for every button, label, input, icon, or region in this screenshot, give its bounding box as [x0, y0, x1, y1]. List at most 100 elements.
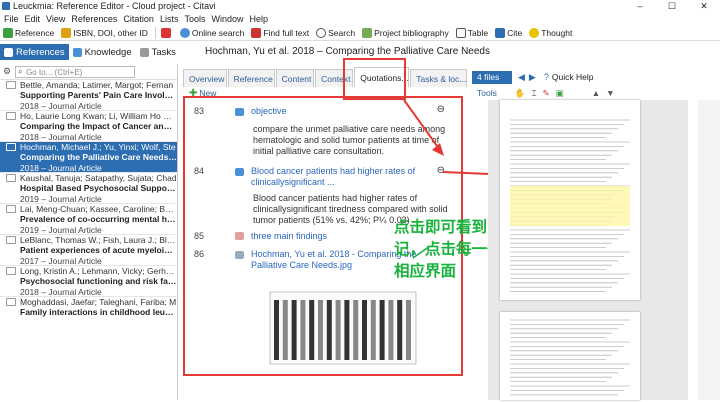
- list-item[interactable]: Lai, Meng-Chuan; Kassee, Caroline; Besn P…: [0, 204, 177, 235]
- delete-icon: [160, 27, 171, 38]
- menu-window[interactable]: Window: [211, 14, 243, 24]
- menu-bar: File Edit View References Citation Lists…: [0, 12, 720, 25]
- close-button[interactable]: ✕: [688, 0, 720, 12]
- list-item[interactable]: Moghaddasi, Jaefar; Taleghani, Fariba; M…: [0, 297, 177, 328]
- thumbnail-bar: [388, 300, 394, 360]
- page-down-icon[interactable]: ▼: [606, 88, 614, 98]
- highlighter-icon[interactable]: ✎: [543, 88, 550, 99]
- item-authors: Bettle, Amanda; Latimer, Margot; Fernan: [20, 80, 174, 90]
- thumbnail-bar: [300, 300, 306, 360]
- quotation-line: Blood cancer patients had higher rates o…: [253, 193, 418, 203]
- page-up-icon[interactable]: ▲: [592, 88, 600, 98]
- cite-icon: [495, 27, 506, 38]
- pdf-page: [500, 100, 640, 300]
- editor-tabs: Overview Reference Content Context Quota…: [183, 67, 468, 87]
- filter-icon[interactable]: ⚙: [3, 66, 11, 77]
- quotation-title[interactable]: Hochman, Yu et al. 2018 - Comparing the: [251, 249, 416, 260]
- nav-right-icon[interactable]: ▶: [529, 72, 536, 83]
- quotation-title[interactable]: objective: [251, 106, 287, 117]
- quotation-icon: [235, 108, 244, 116]
- select-text-icon[interactable]: ⌶: [531, 88, 536, 99]
- list-item[interactable]: Ho, Laurie Long Kwan; Li, William Ho Che…: [0, 111, 177, 142]
- pdf-page-render: [510, 119, 630, 293]
- menu-edit[interactable]: Edit: [25, 14, 41, 24]
- project-bibliography-button[interactable]: Project bibliography: [362, 27, 449, 38]
- minimize-button[interactable]: –: [624, 0, 656, 12]
- quotation-title-cont[interactable]: Palliative Care Needs.jpg: [251, 260, 352, 271]
- maximize-button[interactable]: ☐: [656, 0, 688, 12]
- menu-help[interactable]: Help: [249, 14, 268, 24]
- quotation-number: 86: [194, 249, 205, 259]
- preview-header: 4 files ◀ ▶ ? Quick Help: [472, 69, 720, 85]
- thumbnail-bar: [318, 300, 323, 360]
- hand-tool-icon[interactable]: ✋: [515, 88, 526, 99]
- quick-help-button[interactable]: Quick Help: [552, 72, 594, 82]
- reference-list-panel: ⚙ Go to... (Ctrl+E) Bettle, Amanda; Lati…: [0, 64, 178, 400]
- search-icon: [316, 27, 327, 38]
- scrollbar[interactable]: [698, 100, 720, 400]
- online-search-button[interactable]: Online search: [179, 27, 244, 38]
- quotation-line: compare the unmet palliative care needs …: [253, 124, 446, 134]
- thumbnail-bar: [326, 300, 332, 360]
- item-title: Patient experiences of acute myeloid leu: [20, 245, 177, 255]
- search-button[interactable]: Search: [316, 27, 355, 38]
- list-item[interactable]: LeBlanc, Thomas W.; Fish, Laura J.; Bloo…: [0, 235, 177, 266]
- quotation-title[interactable]: Blood cancer patients had higher rates o…: [251, 166, 415, 177]
- thumbnail-bar: [370, 300, 376, 360]
- image-quotation-thumbnail: [250, 286, 420, 374]
- image-quote-icon[interactable]: ▣: [556, 88, 564, 99]
- tab-content[interactable]: Content: [275, 69, 315, 87]
- item-title: Prevalence of co-occurring mental healt: [20, 214, 177, 224]
- tab-tasks-locations[interactable]: Tasks & loc...: [410, 69, 467, 87]
- menu-citation[interactable]: Citation: [123, 14, 154, 24]
- goto-search-input[interactable]: Go to... (Ctrl+E): [15, 65, 136, 78]
- menu-references[interactable]: References: [71, 14, 117, 24]
- tab-reference[interactable]: Reference: [227, 69, 275, 87]
- cite-button[interactable]: Cite: [495, 27, 522, 38]
- list-item-selected[interactable]: Hochman, Michael J.; Yu, Yinxi; Wolf, St…: [0, 142, 177, 173]
- tools-menu[interactable]: Tools: [477, 88, 497, 98]
- nav-left-icon[interactable]: ◀: [518, 72, 525, 83]
- quotation-line: hematologic and solid tumor patients at …: [253, 135, 440, 145]
- list-item[interactable]: Long, Kristin A.; Lehmann, Vicky; Gerhar…: [0, 266, 177, 297]
- preview-toolbar: Tools ✋ ⌶ ✎ ▣ ▲ ▼: [472, 86, 720, 100]
- menu-file[interactable]: File: [4, 14, 19, 24]
- find-full-text-button[interactable]: Find full text: [251, 27, 309, 38]
- mode-bar: References Knowledge Tasks: [0, 44, 180, 60]
- new-reference-button[interactable]: Reference: [3, 27, 54, 38]
- list-item[interactable]: Kaushal, Tanuja; Satapathy, Sujata; Chad…: [0, 173, 177, 204]
- thumbnail-bar: [335, 300, 341, 360]
- item-authors: Ho, Laurie Long Kwan; Li, William Ho Che: [20, 111, 177, 121]
- link-icon[interactable]: ⊖: [437, 104, 445, 115]
- title-bar: Leuckmia: Reference Editor - Cloud proje…: [0, 0, 720, 12]
- thought-button[interactable]: Thought: [529, 27, 572, 38]
- quotation-title[interactable]: three main findings: [251, 231, 327, 242]
- tasks-mode-tab[interactable]: Tasks: [136, 44, 180, 60]
- item-authors: Kaushal, Tanuja; Satapathy, Sujata; Chad: [20, 173, 177, 183]
- menu-view[interactable]: View: [46, 14, 65, 24]
- list-item[interactable]: Bettle, Amanda; Latimer, Margot; Fernan S…: [0, 80, 177, 111]
- isbn-lookup-button[interactable]: ISBN, DOI, other ID: [61, 27, 148, 38]
- quotation-row[interactable]: 83 objective ⊖ compare the unmet palliat…: [185, 102, 461, 162]
- pdf-page-render: [510, 319, 630, 396]
- references-mode-tab[interactable]: References: [0, 44, 69, 60]
- menu-tools[interactable]: Tools: [184, 14, 205, 24]
- table-button[interactable]: Table: [455, 27, 488, 38]
- knowledge-mode-tab[interactable]: Knowledge: [69, 44, 136, 60]
- link-icon[interactable]: ⊖: [437, 165, 445, 176]
- list-toolbar: ⚙ Go to... (Ctrl+E): [0, 64, 177, 80]
- wand-icon: [61, 27, 72, 38]
- thumbnail-bar: [344, 300, 350, 360]
- thumbnail-bar: [291, 300, 297, 360]
- files-dropdown[interactable]: 4 files: [472, 70, 512, 84]
- reference-type-icon: [6, 205, 16, 213]
- item-authors: LeBlanc, Thomas W.; Fish, Laura J.; Bloo…: [20, 235, 177, 245]
- quotation-icon: [235, 232, 244, 240]
- delete-button[interactable]: [160, 27, 173, 38]
- tab-overview[interactable]: Overview: [183, 69, 227, 87]
- menu-lists[interactable]: Lists: [160, 14, 179, 24]
- item-authors: Long, Kristin A.; Lehmann, Vicky; Gerhar…: [20, 266, 177, 276]
- quotation-text: compare the unmet palliative care needs …: [253, 124, 445, 157]
- quotation-title-cont[interactable]: clinicallysignificant ...: [251, 177, 335, 188]
- item-title: Supporting Parents' Pain Care Involvem: [20, 90, 177, 100]
